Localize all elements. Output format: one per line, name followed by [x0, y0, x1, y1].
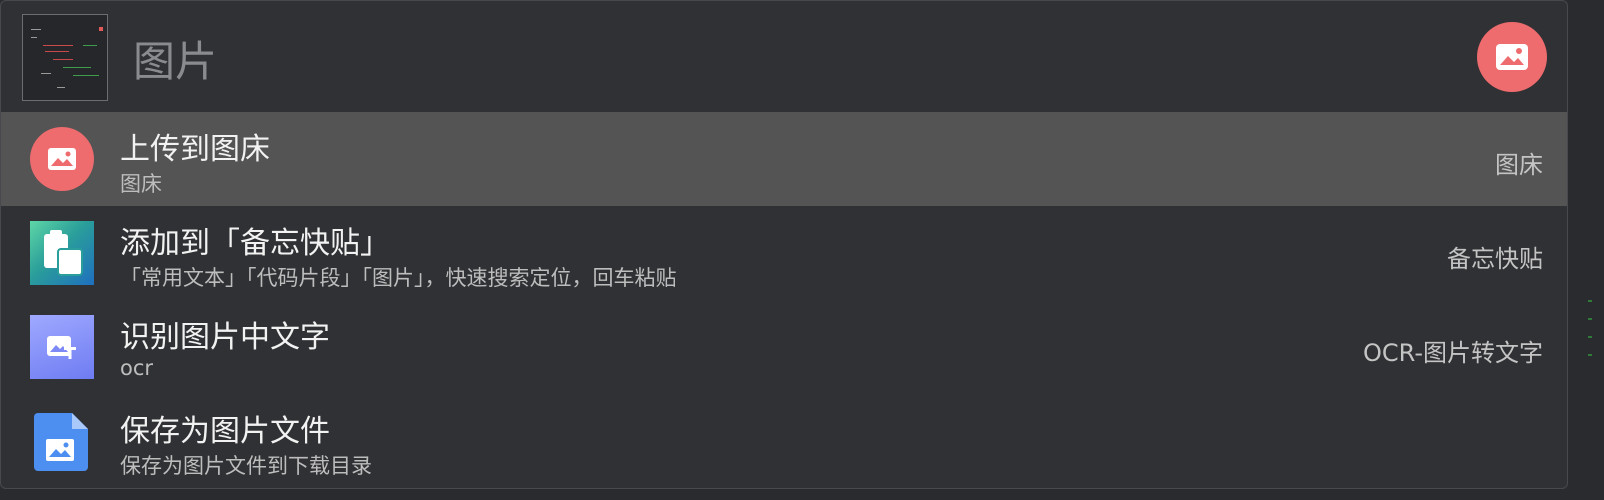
desktop-background-bottom	[0, 489, 1568, 500]
image-icon[interactable]	[1477, 22, 1547, 92]
image-upload-icon	[30, 127, 94, 191]
search-header	[1, 1, 1567, 112]
result-item[interactable]: 识别图片中文字 ocr OCR-图片转文字	[1, 300, 1567, 394]
result-source: OCR-图片转文字	[1362, 339, 1543, 367]
result-title: 保存为图片文件	[120, 414, 330, 449]
result-source: 图床	[1495, 151, 1543, 179]
launcher-window: 上传到图床 图床 图床 添加到「备忘快贴」 「常用文本」「代码片段」「图片」，快…	[0, 0, 1568, 489]
result-source: 备忘快贴	[1447, 245, 1543, 273]
ocr-image-icon	[30, 315, 94, 379]
result-description: 「常用文本」「代码片段」「图片」，快速搜索定位，回车粘贴	[120, 266, 677, 290]
result-item[interactable]: 添加到「备忘快贴」 「常用文本」「代码片段」「图片」，快速搜索定位，回车粘贴 备…	[1, 206, 1567, 300]
result-item[interactable]: 上传到图床 图床 图床	[1, 112, 1567, 206]
result-title: 上传到图床	[120, 132, 270, 167]
desktop-background	[1568, 0, 1604, 500]
search-input[interactable]	[133, 28, 1433, 88]
result-description: ocr	[120, 356, 154, 380]
result-title: 识别图片中文字	[120, 320, 330, 355]
result-list: 上传到图床 图床 图床 添加到「备忘快贴」 「常用文本」「代码片段」「图片」，快…	[1, 112, 1567, 488]
screenshot-thumbnail[interactable]	[22, 14, 108, 101]
clipboard-icon	[30, 221, 94, 285]
result-description: 图床	[120, 172, 162, 196]
image-file-icon	[30, 409, 94, 473]
result-title: 添加到「备忘快贴」	[120, 226, 390, 261]
result-description: 保存为图片文件到下载目录	[120, 454, 372, 478]
result-item[interactable]: 保存为图片文件 保存为图片文件到下载目录	[1, 394, 1567, 488]
